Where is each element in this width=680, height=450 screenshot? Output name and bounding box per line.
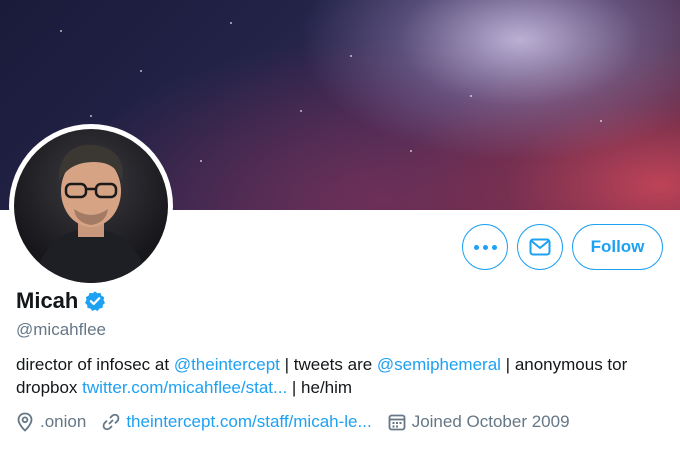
bio-link[interactable]: twitter.com/micahflee/stat... (82, 378, 287, 397)
bio-text: | tweets are (279, 355, 377, 374)
profile-bio: director of infosec at @theintercept | t… (16, 353, 666, 399)
more-dots-icon (473, 244, 497, 250)
avatar-image (14, 129, 168, 283)
joined-text: Joined October 2009 (411, 412, 570, 431)
follow-button[interactable]: Follow (572, 224, 663, 270)
bio-mention-semiphemeral[interactable]: @semiphemeral (377, 355, 501, 374)
profile-name: Micah (16, 288, 79, 313)
bio-text: | he/him (287, 378, 353, 397)
follow-label: Follow (590, 237, 645, 256)
bio-mention-theintercept[interactable]: @theintercept (174, 355, 280, 374)
verified-badge-icon (85, 291, 106, 311)
location-pin-icon (17, 412, 33, 432)
more-button[interactable] (462, 224, 508, 270)
bio-text: director of infosec at (16, 355, 174, 374)
website-item[interactable]: theintercept.com/staff/micah-le... (102, 412, 372, 432)
message-button[interactable] (517, 224, 563, 270)
profile-meta: .onion theintercept.com/staff/micah-le..… (16, 412, 586, 432)
envelope-icon (529, 238, 551, 256)
profile-name-row: Micah (16, 288, 106, 314)
link-icon (102, 413, 120, 431)
location-text: .onion (40, 412, 87, 431)
avatar[interactable] (9, 124, 173, 288)
joined-item: Joined October 2009 (388, 412, 570, 432)
location-item: .onion (16, 412, 86, 432)
profile-handle: @micahflee (16, 320, 107, 339)
calendar-icon (388, 414, 406, 431)
website-link[interactable]: theintercept.com/staff/micah-le... (126, 412, 371, 432)
